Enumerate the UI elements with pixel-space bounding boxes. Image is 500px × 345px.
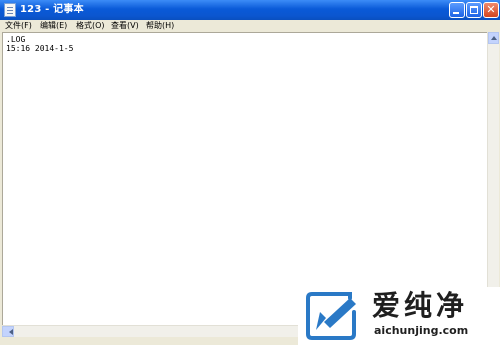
menu-bar: 文件(F) 编辑(E) 格式(O) 查看(V) 帮助(H) — [0, 20, 500, 32]
title-bar[interactable]: 123 - 记事本 ✕ — [0, 0, 500, 20]
close-button[interactable]: ✕ — [483, 2, 499, 18]
text-editor[interactable]: .LOG 15:16 2014-1-5 — [2, 32, 487, 325]
arrow-left-icon — [6, 329, 13, 335]
menu-file[interactable]: 文件(F) — [5, 20, 32, 32]
text-line: .LOG — [6, 35, 26, 44]
watermark: 爱纯净 aichunjing.com — [298, 287, 500, 345]
menu-view[interactable]: 查看(V) — [111, 20, 139, 32]
notepad-icon[interactable] — [4, 3, 16, 17]
vertical-scrollbar[interactable] — [487, 32, 499, 325]
minimize-button[interactable] — [449, 2, 465, 18]
watermark-url: aichunjing.com — [374, 324, 469, 337]
scroll-left-button[interactable] — [2, 326, 14, 337]
menu-help[interactable]: 帮助(H) — [146, 20, 174, 32]
arrow-up-icon — [491, 36, 497, 40]
window-title: 123 - 记事本 — [20, 4, 84, 15]
text-line: 15:16 2014-1-5 — [6, 44, 74, 53]
close-icon: ✕ — [486, 3, 496, 16]
menu-edit[interactable]: 编辑(E) — [40, 20, 67, 32]
menu-format[interactable]: 格式(O) — [76, 20, 105, 32]
watermark-title: 爱纯净 — [372, 289, 469, 322]
minimize-icon — [453, 12, 459, 14]
aichunjing-logo-icon — [306, 292, 356, 340]
notepad-window: 123 - 记事本 ✕ 文件(F) 编辑(E) 格式(O) 查看(V) 帮助(H… — [0, 0, 500, 345]
maximize-button[interactable] — [466, 2, 482, 18]
scroll-up-button[interactable] — [488, 32, 499, 44]
maximize-icon — [470, 6, 478, 14]
